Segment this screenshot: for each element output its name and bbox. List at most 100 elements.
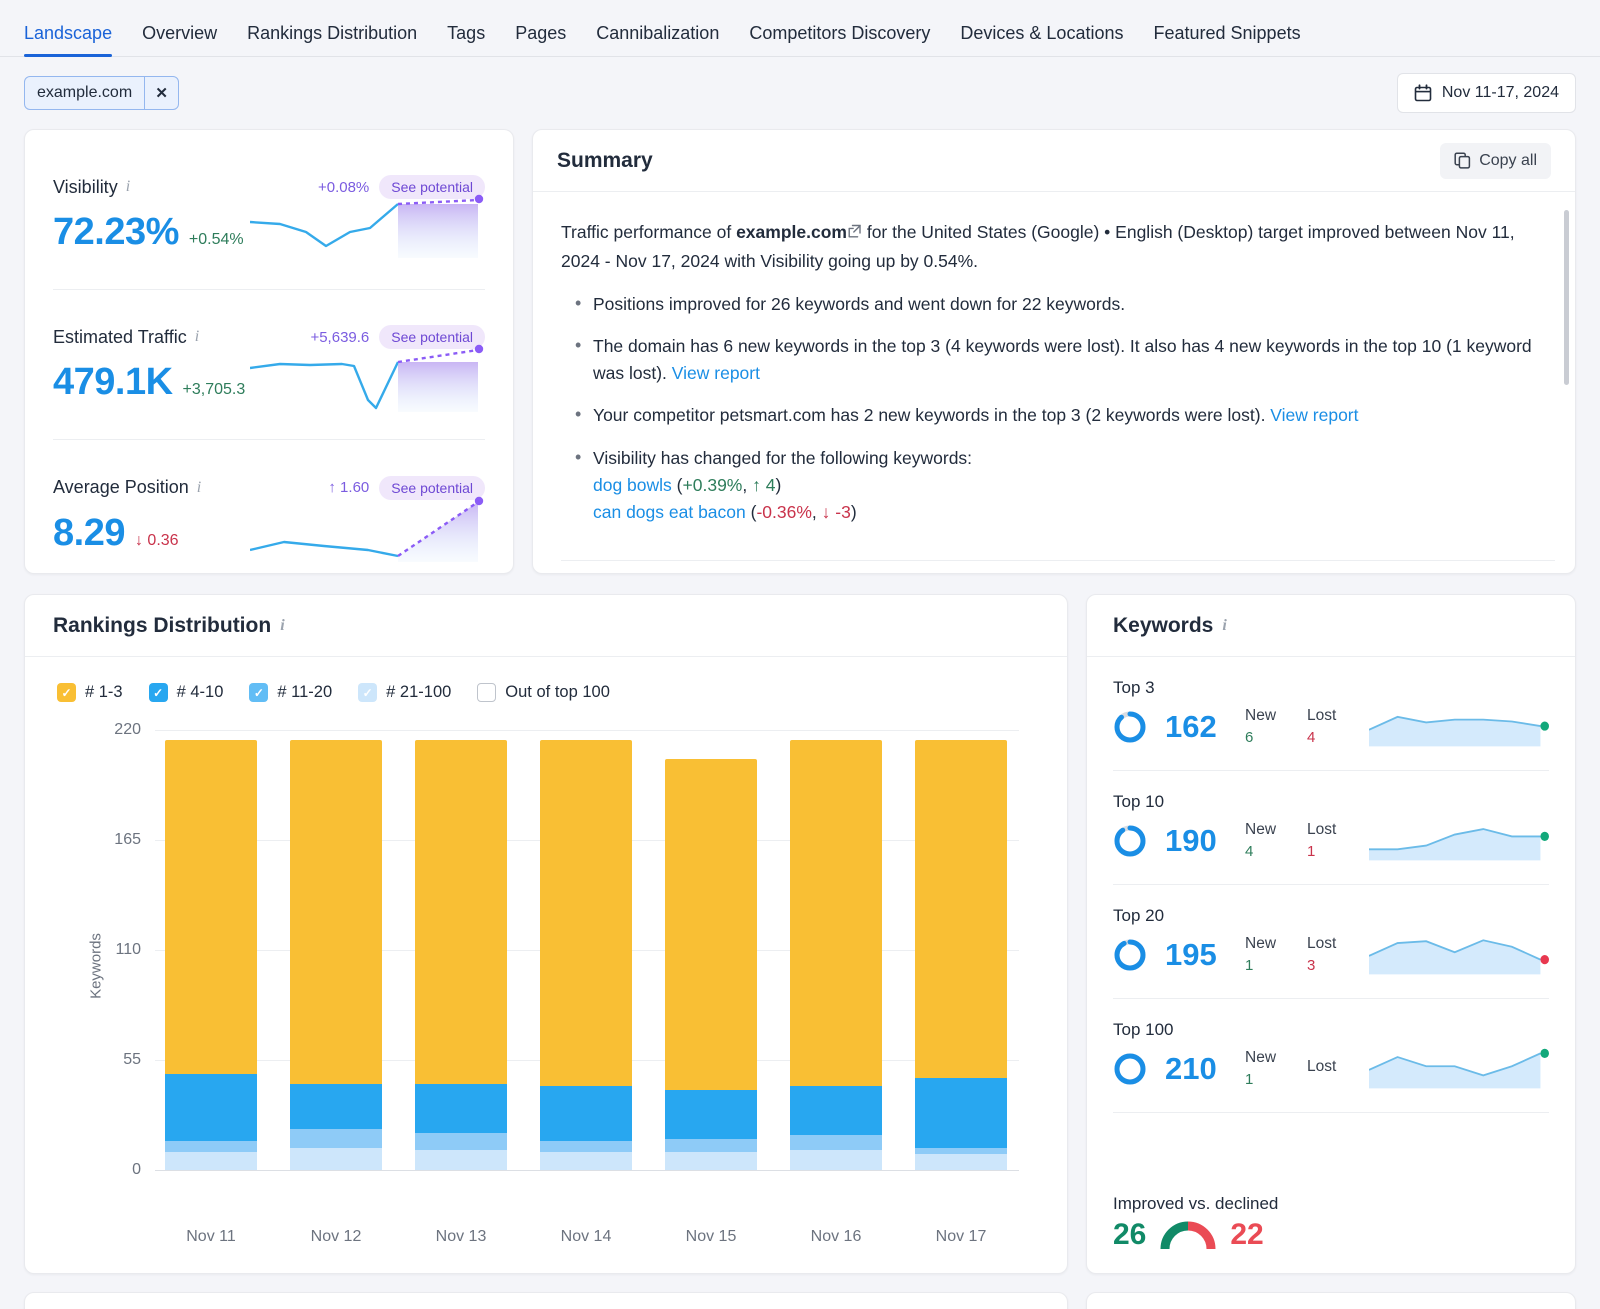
keyword-new-column: New1	[1245, 935, 1289, 974]
summary-bullet-3: Your competitor petsmart.com has 2 new k…	[561, 402, 1545, 429]
tab-devices-locations-label: Devices & Locations	[960, 23, 1123, 43]
keyword-lost-value: 4	[1307, 729, 1351, 746]
metrics-card: Visibility i +0.08% See potential 72.23%…	[24, 129, 514, 574]
improved-declined-label: Improved vs. declined	[1113, 1194, 1549, 1214]
copy-all-button[interactable]: Copy all	[1440, 143, 1551, 179]
tab-rankings-distribution[interactable]: Rankings Distribution	[247, 23, 417, 56]
bar-column[interactable]	[415, 720, 507, 1170]
keyword-lost-label: Lost	[1307, 1058, 1351, 1076]
metric-visibility-label: Visibility	[53, 177, 118, 198]
tab-overview-label: Overview	[142, 23, 217, 43]
info-icon[interactable]: i	[280, 617, 284, 635]
keyword-link-can-dogs-eat-bacon[interactable]: can dogs eat bacon	[593, 502, 746, 522]
date-range-label: Nov 11-17, 2024	[1442, 84, 1559, 102]
external-link-icon[interactable]	[847, 219, 862, 247]
tab-pages[interactable]: Pages	[515, 23, 566, 56]
tab-tags-label: Tags	[447, 23, 485, 43]
bar-segment	[540, 1152, 632, 1170]
checkbox-21-100[interactable]: ✓	[358, 683, 377, 702]
info-icon[interactable]: i	[126, 178, 130, 196]
info-icon[interactable]: i	[197, 479, 201, 497]
close-icon[interactable]: ✕	[144, 77, 178, 109]
bar-column[interactable]	[290, 720, 382, 1170]
keyword-row: Top 10190New4Lost1	[1113, 771, 1549, 885]
bar-segment	[290, 1084, 382, 1129]
tab-tags[interactable]: Tags	[447, 23, 485, 56]
summary-scrollbar[interactable]	[1564, 210, 1569, 385]
rankings-header: Rankings Distribution i	[25, 595, 1067, 657]
domain-chip[interactable]: example.com ✕	[24, 76, 179, 110]
x-axis-label: Nov 13	[415, 1228, 507, 1246]
bar-segment	[665, 1139, 757, 1151]
bar-segment	[915, 740, 1007, 1078]
bar-segment	[165, 1074, 257, 1142]
ytick-220: 220	[85, 721, 141, 739]
donut-ring-icon	[1113, 938, 1147, 972]
tab-featured-snippets[interactable]: Featured Snippets	[1153, 23, 1300, 56]
kw1-visibility-change: +0.39%	[683, 475, 743, 495]
bar-segment	[415, 1133, 507, 1149]
checkbox-11-20[interactable]: ✓	[249, 683, 268, 702]
metric-traffic-name-group: Estimated Traffic i	[53, 327, 199, 348]
kw2-open-paren: (	[746, 502, 757, 522]
x-axis-label: Nov 11	[165, 1228, 257, 1246]
summary-intro-domain: example.com	[736, 222, 847, 242]
tab-devices-locations[interactable]: Devices & Locations	[960, 23, 1123, 56]
bar-segment	[790, 1086, 882, 1135]
rankings-title: Rankings Distribution	[53, 614, 271, 638]
tab-cannibalization-label: Cannibalization	[596, 23, 719, 43]
date-range-picker[interactable]: Nov 11-17, 2024	[1397, 73, 1576, 113]
kw2-position-change: ↓ -3	[822, 502, 851, 522]
improved-count: 26	[1113, 1218, 1146, 1252]
keyword-row: Top 3162New6Lost4	[1113, 657, 1549, 771]
view-report-link[interactable]: View report	[1270, 405, 1358, 425]
bar-column[interactable]	[540, 720, 632, 1170]
improved-declined-gauge	[1160, 1219, 1216, 1251]
bar-column[interactable]	[790, 720, 882, 1170]
summary-intro-prefix: Traffic performance of	[561, 222, 736, 242]
bar-segment	[540, 1086, 632, 1141]
improved-declined-section: Improved vs. declined 26 22	[1087, 1173, 1575, 1273]
view-report-link[interactable]: View report	[672, 363, 760, 383]
keyword-row-label: Top 20	[1113, 906, 1549, 926]
tab-cannibalization[interactable]: Cannibalization	[596, 23, 719, 56]
metric-average-position: Average Position i ↑ 1.60 See potential …	[53, 440, 485, 590]
bar-segment	[665, 759, 757, 1090]
bar-column[interactable]	[915, 720, 1007, 1170]
info-icon[interactable]: i	[1222, 617, 1226, 635]
legend-item-4-10[interactable]: ✓ # 4-10	[149, 683, 224, 702]
checkbox-out-of-top-100[interactable]	[477, 683, 496, 702]
peek-card-left	[24, 1292, 1068, 1309]
bar-column[interactable]	[665, 720, 757, 1170]
keyword-lost-column: Lost4	[1307, 707, 1351, 746]
info-icon[interactable]: i	[195, 328, 199, 346]
checkbox-4-10[interactable]: ✓	[149, 683, 168, 702]
metric-estimated-traffic: Estimated Traffic i +5,639.6 See potenti…	[53, 290, 485, 440]
metric-visibility: Visibility i +0.08% See potential 72.23%…	[53, 140, 485, 290]
tab-landscape[interactable]: Landscape	[24, 23, 112, 56]
summary-bullet-list: Positions improved for 26 keywords and w…	[561, 291, 1545, 526]
chart-x-labels: Nov 11Nov 12Nov 13Nov 14Nov 15Nov 16Nov …	[165, 1228, 1007, 1246]
keyword-link-dog-bowls[interactable]: dog bowls	[593, 475, 672, 495]
bar-column[interactable]	[165, 720, 257, 1170]
donut-ring-icon	[1113, 824, 1147, 858]
metric-visibility-name-group: Visibility i	[53, 177, 130, 198]
keyword-count: 190	[1165, 823, 1227, 859]
legend-item-out-of-top-100[interactable]: Out of top 100	[477, 683, 610, 702]
summary-card: Summary Copy all Traffic performance of …	[532, 129, 1576, 574]
tab-overview[interactable]: Overview	[142, 23, 217, 56]
x-axis-label: Nov 12	[290, 1228, 382, 1246]
keyword-sparkline	[1369, 932, 1549, 978]
keyword-lost-value: 1	[1307, 843, 1351, 860]
bar-segment	[165, 1152, 257, 1170]
legend-item-21-100[interactable]: ✓ # 21-100	[358, 683, 451, 702]
metric-traffic-label: Estimated Traffic	[53, 327, 187, 348]
bar-segment	[415, 1150, 507, 1170]
keyword-count: 195	[1165, 937, 1227, 973]
checkbox-1-3[interactable]: ✓	[57, 683, 76, 702]
metric-position-name-group: Average Position i	[53, 477, 201, 498]
legend-item-1-3[interactable]: ✓ # 1-3	[57, 683, 123, 702]
tab-competitors-discovery[interactable]: Competitors Discovery	[749, 23, 930, 56]
bar-segment	[290, 1129, 382, 1147]
legend-item-11-20[interactable]: ✓ # 11-20	[249, 683, 332, 702]
